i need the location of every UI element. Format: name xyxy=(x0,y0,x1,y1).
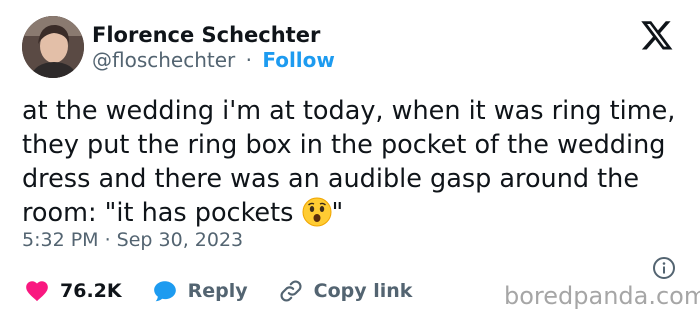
x-logo-icon[interactable] xyxy=(640,18,674,52)
author-name[interactable]: Florence Schechter xyxy=(92,22,320,48)
author-handle-row: @floschechter · Follow xyxy=(92,48,335,72)
link-icon xyxy=(280,280,302,302)
reply-label: Reply xyxy=(187,280,248,302)
action-bar: 76.2K Reply Copy link xyxy=(24,277,442,305)
separator-dot: · xyxy=(245,48,252,72)
info-icon[interactable] xyxy=(652,256,676,280)
author-handle[interactable]: @floschechter xyxy=(92,48,235,72)
reply-button[interactable]: Reply xyxy=(152,278,248,304)
avatar[interactable] xyxy=(22,16,84,78)
tweet-timestamp[interactable]: 5:32 PM · Sep 30, 2023 xyxy=(22,228,243,252)
like-count: 76.2K xyxy=(60,280,122,302)
heart-icon xyxy=(26,281,48,302)
follow-button[interactable]: Follow xyxy=(262,48,335,72)
tweet-text-end: " xyxy=(331,198,344,228)
like-button[interactable]: 76.2K xyxy=(24,278,122,304)
astonished-face-emoji-icon xyxy=(302,197,332,227)
copy-link-button[interactable]: Copy link xyxy=(278,278,413,304)
reply-bubble-icon xyxy=(153,281,176,302)
tweet-body: at the wedding i'm at today, when it was… xyxy=(22,96,676,228)
watermark: boredpanda.com xyxy=(504,282,700,310)
copy-link-label: Copy link xyxy=(313,280,413,302)
tweet-text: at the wedding i'm at today, when it was… xyxy=(22,94,692,230)
